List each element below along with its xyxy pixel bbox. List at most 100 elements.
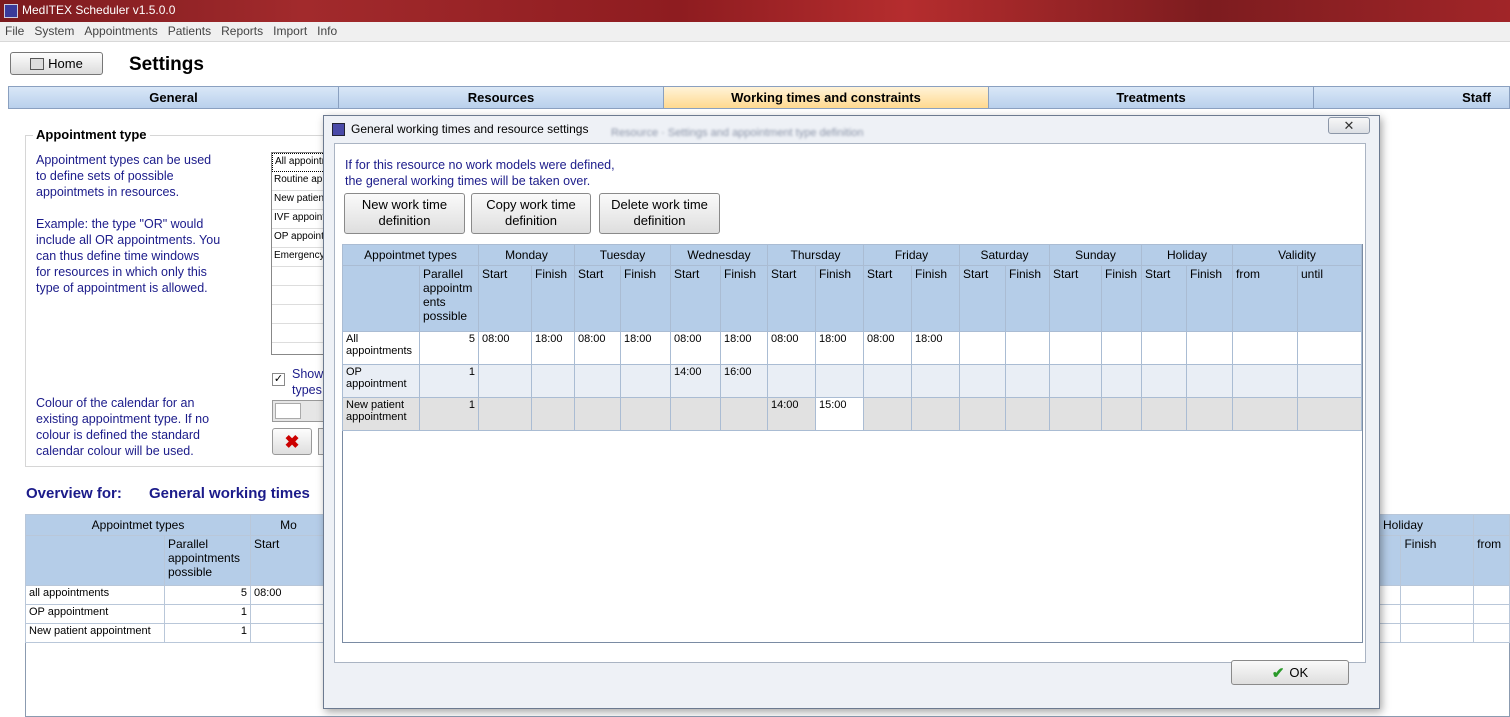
tab-general[interactable]: General xyxy=(8,86,339,109)
table-cell[interactable] xyxy=(1141,397,1187,431)
table-cell[interactable] xyxy=(767,364,816,398)
menu-patients[interactable]: Patients xyxy=(163,22,216,38)
table-cell[interactable]: 08:00 xyxy=(767,331,816,365)
table-cell[interactable] xyxy=(815,364,864,398)
table-cell[interactable]: 1 xyxy=(419,364,479,398)
table-cell[interactable]: 08:00 xyxy=(670,331,721,365)
table-cell[interactable] xyxy=(1186,397,1233,431)
table-cell[interactable] xyxy=(478,397,532,431)
table-cell[interactable] xyxy=(531,397,575,431)
table-cell[interactable] xyxy=(1049,331,1102,365)
table-cell[interactable] xyxy=(911,397,960,431)
table-cell[interactable] xyxy=(1297,331,1362,365)
home-button[interactable]: Home xyxy=(10,52,103,75)
table-cell[interactable]: 5 xyxy=(419,331,479,365)
table-cell[interactable] xyxy=(863,397,912,431)
table-cell[interactable] xyxy=(478,364,532,398)
table-cell[interactable] xyxy=(863,364,912,398)
table-cell[interactable]: 14:00 xyxy=(670,364,721,398)
table-cell[interactable] xyxy=(1049,397,1102,431)
table-cell[interactable] xyxy=(574,364,621,398)
menu-appointments[interactable]: Appointments xyxy=(79,22,162,38)
table-cell[interactable]: 1 xyxy=(419,397,479,431)
table-cell[interactable] xyxy=(574,397,621,431)
table-cell[interactable] xyxy=(1005,331,1050,365)
table-cell[interactable] xyxy=(911,364,960,398)
ok-button[interactable]: ✔ OK xyxy=(1231,660,1349,685)
table-cell[interactable]: 18:00 xyxy=(815,331,864,365)
table-cell[interactable]: New patient appointment xyxy=(342,397,420,431)
list-item[interactable]: IVF appointment xyxy=(272,210,325,229)
table-cell[interactable] xyxy=(1186,364,1233,398)
list-item-empty[interactable] xyxy=(272,286,325,305)
table-cell[interactable] xyxy=(720,397,768,431)
list-item-empty[interactable] xyxy=(272,324,325,343)
table-cell[interactable]: OP appointment xyxy=(342,364,420,398)
new-work-time-button[interactable]: New work time definition xyxy=(344,193,465,234)
menu-system[interactable]: System xyxy=(29,22,79,38)
table-cell[interactable] xyxy=(670,397,721,431)
table-cell[interactable]: all appointments xyxy=(25,585,165,605)
copy-work-time-button[interactable]: Copy work time definition xyxy=(471,193,591,234)
table-cell[interactable]: 08:00 xyxy=(574,331,621,365)
table-cell[interactable]: New patient appointment xyxy=(25,623,165,643)
table-cell[interactable] xyxy=(620,397,671,431)
table-cell[interactable]: 08:00 xyxy=(250,585,327,605)
table-cell[interactable]: 18:00 xyxy=(531,331,575,365)
table-cell[interactable]: 08:00 xyxy=(863,331,912,365)
table-cell[interactable] xyxy=(1101,364,1142,398)
table-cell[interactable] xyxy=(1141,331,1187,365)
table-cell[interactable]: OP appointment xyxy=(25,604,165,624)
list-item-empty[interactable] xyxy=(272,305,325,324)
table-cell[interactable] xyxy=(1232,397,1298,431)
table-cell[interactable] xyxy=(1049,364,1102,398)
menu-file[interactable]: File xyxy=(0,22,29,38)
table-cell[interactable] xyxy=(1232,364,1298,398)
table-cell[interactable] xyxy=(250,623,327,643)
table-cell[interactable] xyxy=(1297,364,1362,398)
delete-button[interactable]: ✖ xyxy=(272,428,312,455)
table-cell[interactable]: 08:00 xyxy=(478,331,532,365)
table-cell[interactable] xyxy=(250,604,327,624)
colour-picker[interactable] xyxy=(272,400,327,422)
table-cell[interactable]: 14:00 xyxy=(767,397,816,431)
table-cell[interactable]: All appointments xyxy=(342,331,420,365)
table-cell[interactable] xyxy=(1005,397,1050,431)
list-item[interactable]: Routine appointment xyxy=(272,172,325,191)
list-item[interactable]: New patient appointment xyxy=(272,191,325,210)
appointment-type-list[interactable]: All appointments Routine appointment New… xyxy=(271,152,326,355)
dialog-close-button[interactable]: ✕ xyxy=(1328,117,1370,134)
table-cell[interactable]: 5 xyxy=(164,585,251,605)
show-types-checkbox[interactable]: ✓ xyxy=(272,373,285,386)
list-item[interactable]: OP appointment xyxy=(272,229,325,248)
menu-import[interactable]: Import xyxy=(268,22,312,38)
table-cell[interactable] xyxy=(959,364,1006,398)
table-cell[interactable] xyxy=(959,397,1006,431)
table-cell[interactable]: 18:00 xyxy=(620,331,671,365)
menu-info[interactable]: Info xyxy=(312,22,342,38)
table-cell[interactable] xyxy=(1005,364,1050,398)
table-cell[interactable] xyxy=(1101,397,1142,431)
table-cell[interactable] xyxy=(959,331,1006,365)
tab-staff[interactable]: Staff xyxy=(1314,86,1510,109)
tab-working-times[interactable]: Working times and constraints xyxy=(664,86,989,109)
table-cell-selected[interactable]: 15:00 xyxy=(815,397,864,431)
table-cell[interactable]: 18:00 xyxy=(911,331,960,365)
table-cell[interactable] xyxy=(1101,331,1142,365)
list-item-empty[interactable] xyxy=(272,267,325,286)
list-item[interactable]: Emergency xyxy=(272,248,325,267)
table-cell[interactable]: 18:00 xyxy=(720,331,768,365)
table-cell[interactable] xyxy=(1186,331,1233,365)
tab-resources[interactable]: Resources xyxy=(339,86,664,109)
table-cell[interactable] xyxy=(1141,364,1187,398)
table-cell[interactable] xyxy=(620,364,671,398)
table-cell[interactable]: 16:00 xyxy=(720,364,768,398)
table-cell[interactable]: 1 xyxy=(164,604,251,624)
delete-work-time-button[interactable]: Delete work time definition xyxy=(599,193,720,234)
table-cell[interactable] xyxy=(1232,331,1298,365)
table-cell[interactable]: 1 xyxy=(164,623,251,643)
menu-reports[interactable]: Reports xyxy=(216,22,268,38)
table-cell[interactable] xyxy=(1297,397,1362,431)
tab-treatments[interactable]: Treatments xyxy=(989,86,1314,109)
list-item[interactable]: All appointments xyxy=(272,153,325,172)
